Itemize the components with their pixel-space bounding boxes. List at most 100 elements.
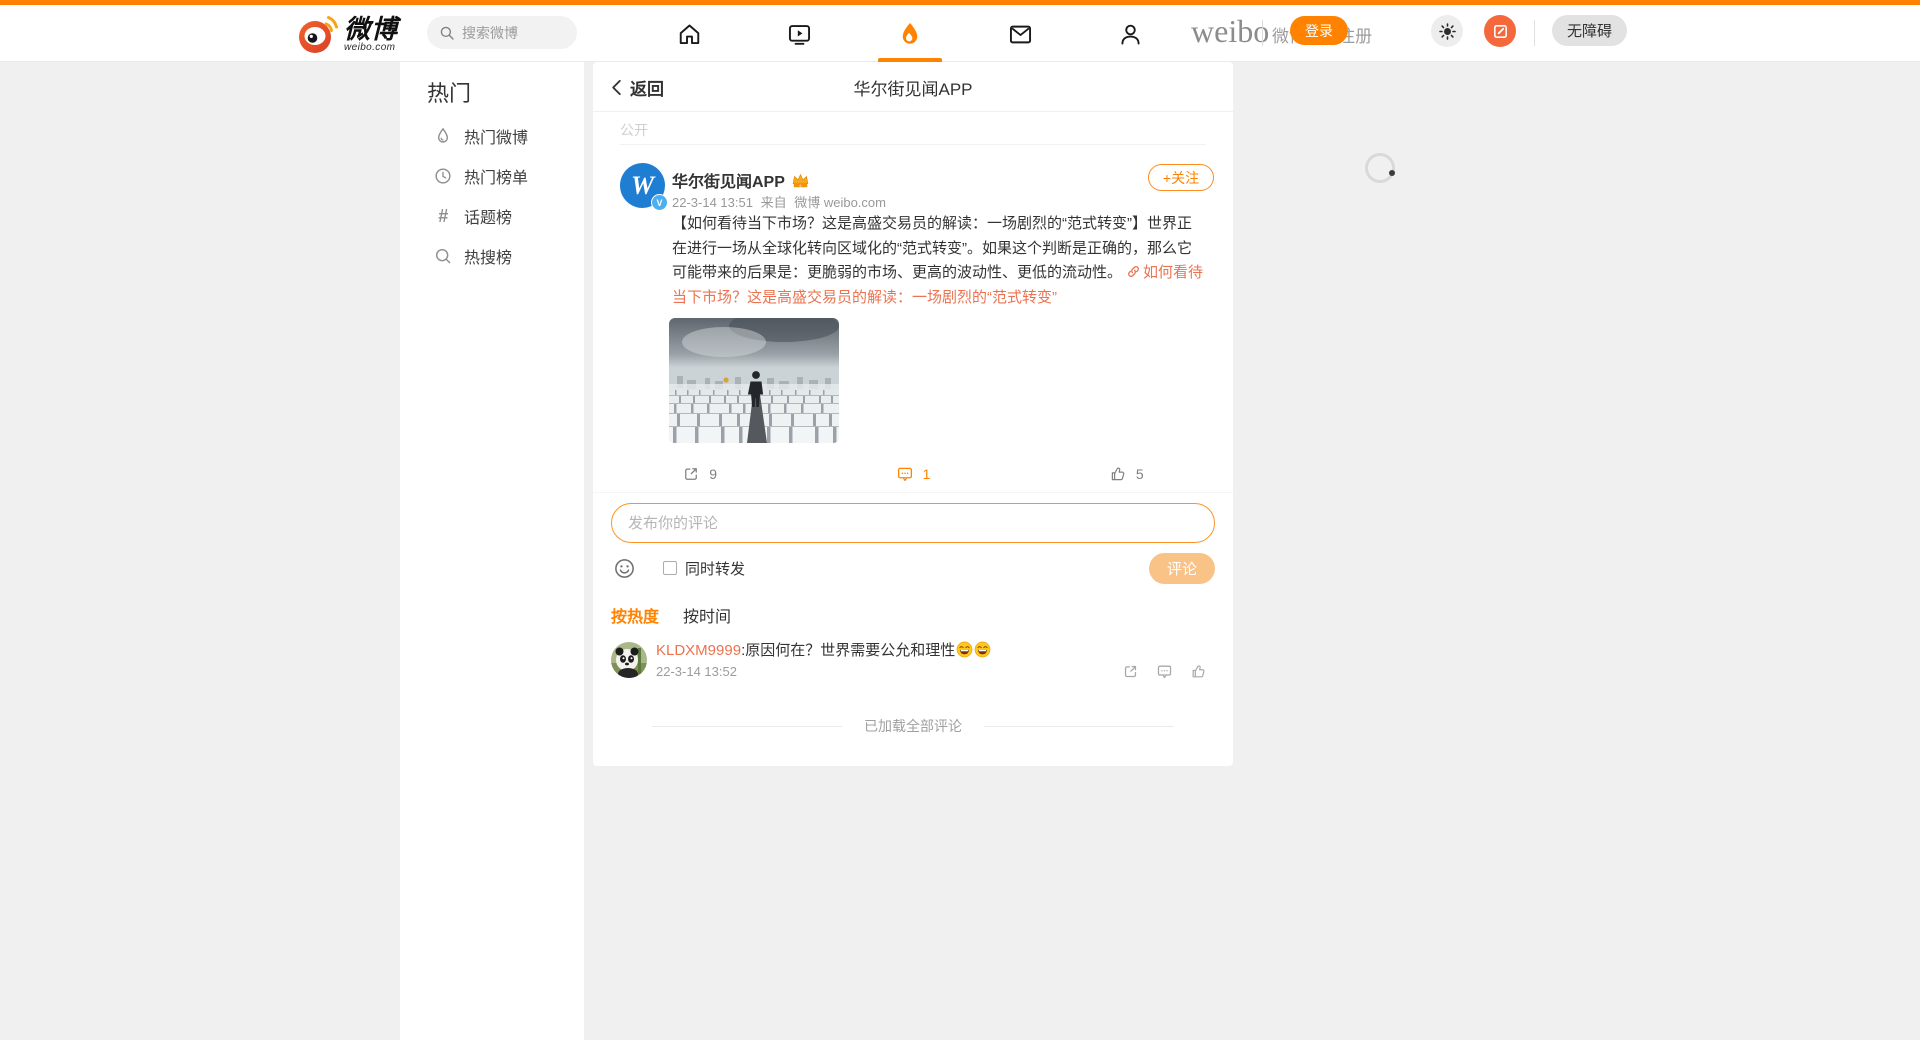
search-icon [433,246,453,266]
page-title: 华尔街见闻APP [593,62,1233,112]
thumb-up-icon [1109,465,1127,483]
sidebar-item-label: 热门榜单 [464,164,528,188]
comment-like-button[interactable] [1189,662,1207,680]
nav-messages-button[interactable] [1000,14,1040,54]
post-text: 【如何看待当下市场？这是高盛交易员的解读：一场剧烈的“范式转变”】世界正在进行一… [672,212,1206,310]
sun-icon [1438,22,1457,41]
nav-hot-button[interactable] [890,14,930,54]
hash-icon: # [433,206,453,226]
chevron-left-icon [609,79,624,96]
source-prefix: 来自 [761,195,787,210]
top-accent-bar [0,0,1920,5]
sidebar-item-hot-search[interactable]: 热搜榜 [400,236,584,276]
sort-by-hot-tab[interactable]: 按热度 [611,603,659,627]
logo-text: 微博 [344,16,398,42]
divider [1534,20,1535,46]
comment-text: 原因何在？世界需要公允和理性 [745,642,955,659]
submit-comment-button[interactable]: 评论 [1149,553,1215,584]
sidebar-item-label: 热搜榜 [464,244,512,268]
sidebar-item-hot-ranking[interactable]: 热门榜单 [400,156,584,196]
comment-reply-button[interactable] [1155,662,1173,680]
nav-video-button[interactable] [779,14,819,54]
comment-actions [1121,662,1207,680]
sort-by-time-tab[interactable]: 按时间 [683,603,731,627]
comment-timestamp: 22-3-14 13:52 [656,664,737,679]
comment-share-button[interactable] [1121,662,1139,680]
comments-end-note: 已加载全部评论 [593,711,1233,741]
link-icon [1126,264,1141,279]
comment-count: 1 [923,466,931,482]
like-count: 5 [1136,466,1144,482]
emoji-picker-button[interactable] [611,555,637,581]
navbar: 微博 weibo.com [0,5,1920,62]
composer-toolbar: 同时转发 评论 [611,552,1215,584]
weibo-logo[interactable]: 微博 weibo.com [296,10,398,58]
share-icon [682,465,700,483]
post-detail-card: 返回 华尔街见闻APP 公开 W V 华尔街见闻APP 6 22-3-14 13… [593,62,1233,766]
author-avatar[interactable]: W V [620,163,665,208]
follow-button[interactable]: +关注 [1148,164,1214,191]
clock-icon [433,166,453,186]
loading-spinner [1365,153,1395,183]
video-icon [786,21,813,48]
comment-sort-tabs: 按热度 按时间 [611,603,731,627]
search-input[interactable] [462,25,567,41]
flame-icon [896,20,924,48]
comment-item: KLDXM9999:原因何在？世界需要公允和理性 22-3-14 13:52 [593,637,1233,701]
comment-button[interactable]: 1 [806,455,1019,492]
post-meta: 22-3-14 13:51 来自 微博 weibo.com [672,192,886,211]
compose-icon [1492,23,1509,40]
divider [1262,20,1263,46]
theme-toggle-button[interactable] [1431,15,1463,47]
laugh-emoji [974,641,991,658]
thumb-up-icon [1190,663,1207,680]
home-icon [676,21,703,48]
repost-label: 同时转发 [685,558,745,579]
vip-crown-icon: 6 [791,172,810,189]
svg-text:6: 6 [799,183,801,187]
weibo-wordmark: weibo [1191,13,1269,50]
weibo-eye-icon [296,13,338,55]
accessibility-button[interactable]: 无障碍 [1552,15,1627,46]
nav-profile-button[interactable] [1110,14,1150,54]
active-tab-indicator [878,58,942,62]
sidebar-item-label: 话题榜 [464,204,512,228]
smiley-icon [613,557,636,580]
sidebar-item-topic-ranking[interactable]: # 话题榜 [400,196,584,236]
commenter-name[interactable]: KLDXM9999 [656,642,741,659]
author-row: 华尔街见闻APP 6 [672,168,810,192]
sidebar-title: 热门 [427,76,471,108]
back-button[interactable]: 返回 [609,62,664,112]
sidebar-item-label: 热门微博 [464,124,528,148]
weibo-hot-post-page: 微博 weibo.com [0,0,1920,1040]
like-button[interactable]: 5 [1020,455,1233,492]
comment-text-line: KLDXM9999:原因何在？世界需要公允和理性 [656,641,1096,661]
visibility-label: 公开 [620,120,648,140]
commenter-avatar[interactable] [611,642,647,678]
compose-button[interactable] [1484,15,1516,47]
repost-checkbox[interactable] [663,561,677,575]
post: W V 华尔街见闻APP 6 22-3-14 13:51 来自 微博 weibo… [593,145,1233,766]
share-icon [1122,663,1139,680]
share-button[interactable]: 9 [593,455,806,492]
flame-icon [433,126,453,146]
login-button[interactable]: 登录 [1290,16,1348,45]
post-source: 微博 weibo.com [794,195,886,210]
post-timestamp: 22-3-14 13:51 [672,195,753,210]
person-icon [1117,21,1144,48]
verified-badge-icon: V [651,194,668,211]
post-action-bar: 9 1 5 [593,455,1233,493]
search-icon [439,25,455,41]
sidebar-menu: 热门微博 热门榜单 # 话题榜 热搜榜 [400,116,584,276]
nav-home-button[interactable] [669,14,709,54]
comment-icon [896,465,914,483]
sidebar: 热门 热门微博 热门榜单 # 话题榜 [400,62,584,1040]
panda-avatar-image [611,642,647,678]
sidebar-item-hot-weibo[interactable]: 热门微博 [400,116,584,156]
detail-header: 返回 华尔街见闻APP [593,62,1233,112]
share-count: 9 [709,466,717,482]
comment-input[interactable] [611,503,1215,543]
author-name[interactable]: 华尔街见闻APP [672,168,785,192]
post-image[interactable] [669,318,839,443]
logo-domain: weibo.com [344,43,398,53]
